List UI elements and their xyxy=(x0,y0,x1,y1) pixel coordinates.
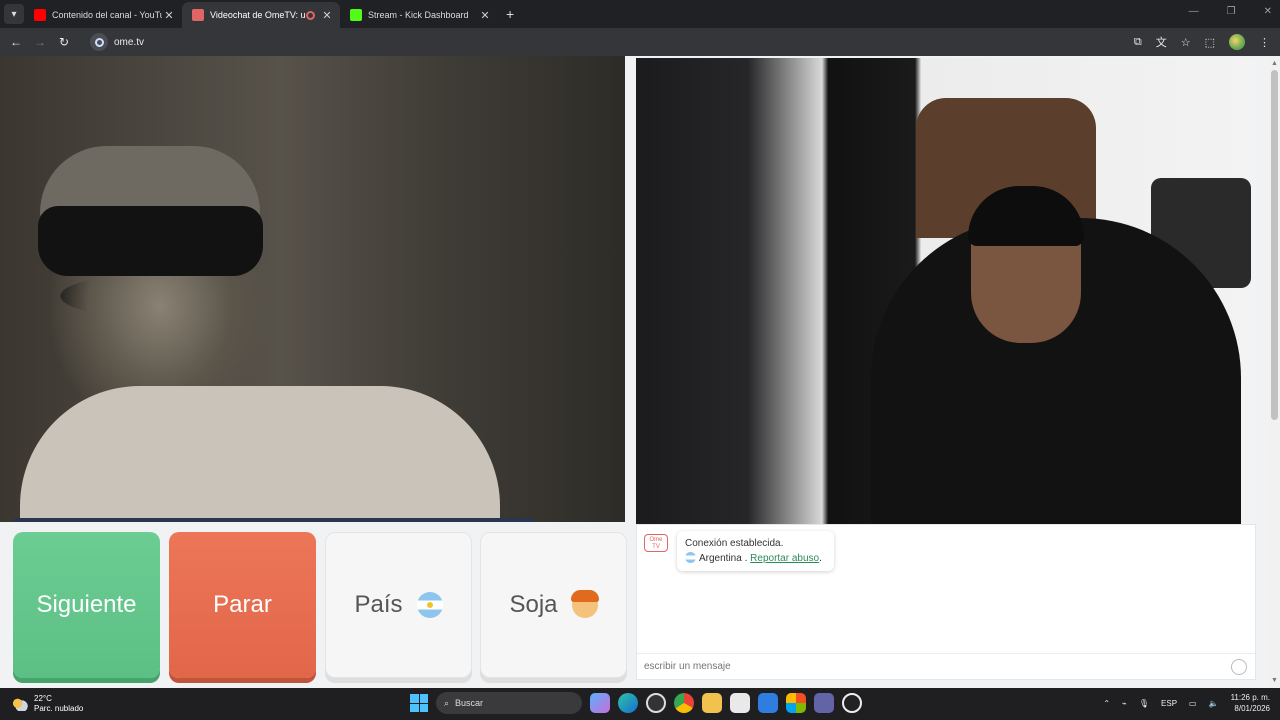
windows-start-icon[interactable] xyxy=(410,694,428,712)
app-icon[interactable] xyxy=(842,693,862,713)
search-icon: ⌕ xyxy=(444,697,450,708)
emoji-icon[interactable] xyxy=(1231,659,1247,675)
next-button[interactable]: Siguiente xyxy=(13,532,160,678)
microsoft-365-icon[interactable] xyxy=(786,693,806,713)
menu-icon[interactable]: ⋮ xyxy=(1259,36,1270,49)
message-input[interactable] xyxy=(644,661,1204,672)
gender-button-label: Soja xyxy=(509,591,558,618)
chevron-up-icon[interactable]: ⌃ xyxy=(1103,699,1110,708)
country-line: Argentina . Reportar abuso. xyxy=(685,551,826,566)
store-icon[interactable] xyxy=(730,693,750,713)
country-filter-button[interactable]: País xyxy=(325,532,472,678)
copilot-icon[interactable] xyxy=(590,693,610,713)
tab-ometv[interactable]: Videochat de OmeTV: una a ✕ xyxy=(182,2,340,28)
obs-icon[interactable] xyxy=(646,693,666,713)
tab-youtube[interactable]: Contenido del canal - YouTube ✕ xyxy=(24,2,182,28)
system-tray: ⌃ ⌁ 🎙 ESP ▭ 🔈 11:26 p. m. 8/01/2026 xyxy=(1103,692,1270,714)
country-name: Argentina xyxy=(699,553,742,564)
scroll-up-icon[interactable]: ▲ xyxy=(1271,60,1278,67)
new-tab-button[interactable]: + xyxy=(506,6,514,22)
teams-icon[interactable] xyxy=(814,693,834,713)
microphone-icon[interactable]: 🎙 xyxy=(1139,699,1149,708)
close-window-icon[interactable]: ✕ xyxy=(1264,6,1272,17)
video-loading-bar xyxy=(14,518,534,522)
country-button-label: País xyxy=(354,591,403,618)
recording-icon xyxy=(306,10,315,20)
stop-button-label: Parar xyxy=(213,591,272,618)
country-separator: . xyxy=(741,553,748,564)
cast-icon[interactable]: ⧉ xyxy=(1134,36,1142,49)
video-figure xyxy=(38,206,263,276)
scrollbar-thumb[interactable] xyxy=(1271,70,1278,420)
display-icon[interactable]: ▭ xyxy=(1189,699,1197,708)
connection-message: Conexión establecida. xyxy=(685,538,784,549)
close-tab-icon[interactable]: ✕ xyxy=(162,9,176,22)
report-suffix: . xyxy=(819,553,822,564)
language-indicator[interactable]: ESP xyxy=(1161,699,1177,708)
extensions-icon[interactable]: ⬚ xyxy=(1205,36,1215,49)
self-video xyxy=(636,58,1256,524)
tab-title: Videochat de OmeTV: una a xyxy=(210,10,306,20)
taskbar-apps: ⌕ Buscar xyxy=(410,692,862,714)
argentina-flag-icon xyxy=(416,592,443,618)
system-message: Conexión establecida. Argentina . Report… xyxy=(677,531,834,571)
message-input-row xyxy=(637,653,1255,679)
argentina-flag-icon xyxy=(685,552,696,563)
weather-widget[interactable]: 22°C Parc. nublado xyxy=(12,694,83,714)
toolbar-actions: ⧉ 文 ☆ ⬚ ⋮ xyxy=(1134,34,1270,50)
tab-kick[interactable]: Stream - Kick Dashboard ✕ xyxy=(340,2,498,28)
tab-title: Contenido del canal - YouTube xyxy=(52,10,162,20)
taskbar-search[interactable]: ⌕ Buscar xyxy=(436,692,582,714)
profile-avatar[interactable] xyxy=(1229,34,1245,50)
ometv-icon xyxy=(192,9,204,21)
clock-date: 8/01/2026 xyxy=(1234,704,1270,713)
weather-desc: Parc. nublado xyxy=(34,704,84,713)
edge-icon[interactable] xyxy=(618,693,638,713)
window-controls: — ❐ ✕ xyxy=(1189,6,1272,17)
mail-icon[interactable] xyxy=(758,693,778,713)
chrome-icon[interactable] xyxy=(674,693,694,713)
youtube-icon xyxy=(34,9,46,21)
volume-icon[interactable]: 🔈 xyxy=(1209,699,1219,708)
browser-tab-strip: ▾ Contenido del canal - YouTube ✕ Videoc… xyxy=(0,0,1280,28)
bookmark-star-icon[interactable]: ☆ xyxy=(1181,36,1191,49)
translate-icon[interactable]: 文 xyxy=(1156,34,1167,50)
gender-filter-button[interactable]: Soja xyxy=(480,532,627,678)
tab-search-button[interactable]: ▾ xyxy=(4,4,24,24)
chat-panel: Ome TV Conexión establecida. Argentina .… xyxy=(636,524,1256,680)
back-icon[interactable]: ← xyxy=(4,35,28,49)
next-button-label: Siguiente xyxy=(36,591,137,618)
close-tab-icon[interactable]: ✕ xyxy=(478,9,492,22)
search-placeholder: Buscar xyxy=(455,698,484,708)
forward-icon[interactable]: → xyxy=(28,35,52,49)
site-info-icon[interactable] xyxy=(90,33,108,51)
video-figure xyxy=(20,386,500,522)
scroll-down-icon[interactable]: ▼ xyxy=(1271,677,1278,684)
page-scrollbar[interactable]: ▲ ▼ xyxy=(1269,56,1280,688)
network-icon[interactable]: ⌁ xyxy=(1122,699,1127,708)
browser-toolbar: ← → ↻ ome.tv ⧉ 文 ☆ ⬚ ⋮ xyxy=(0,28,1280,56)
url-text[interactable]: ome.tv xyxy=(114,37,144,48)
minimize-icon[interactable]: — xyxy=(1189,6,1199,17)
ometv-logo: Ome TV xyxy=(644,534,668,552)
restore-icon[interactable]: ❐ xyxy=(1227,6,1236,17)
address-bar[interactable]: ome.tv xyxy=(82,31,152,53)
clock[interactable]: 11:26 p. m. 8/01/2026 xyxy=(1231,692,1270,714)
reload-icon[interactable]: ↻ xyxy=(52,35,76,49)
kick-icon xyxy=(350,9,362,21)
report-abuse-link[interactable]: Reportar abuso xyxy=(750,553,819,564)
ometv-page: Siguiente Parar País Soja Ome TV Conexió… xyxy=(0,56,1280,688)
stranger-video xyxy=(0,56,625,522)
partly-cloudy-icon xyxy=(12,697,28,711)
windows-taskbar: 22°C Parc. nublado ⌕ Buscar ⌃ ⌁ 🎙 ESP ▭ … xyxy=(0,688,1280,720)
weather-temp: 22°C xyxy=(34,694,52,703)
close-tab-icon[interactable]: ✕ xyxy=(320,9,334,22)
clock-time: 11:26 p. m. xyxy=(1230,693,1270,702)
file-explorer-icon[interactable] xyxy=(702,693,722,713)
tab-title: Stream - Kick Dashboard xyxy=(368,10,469,20)
boy-emoji-icon xyxy=(570,590,599,618)
stop-button[interactable]: Parar xyxy=(169,532,316,678)
